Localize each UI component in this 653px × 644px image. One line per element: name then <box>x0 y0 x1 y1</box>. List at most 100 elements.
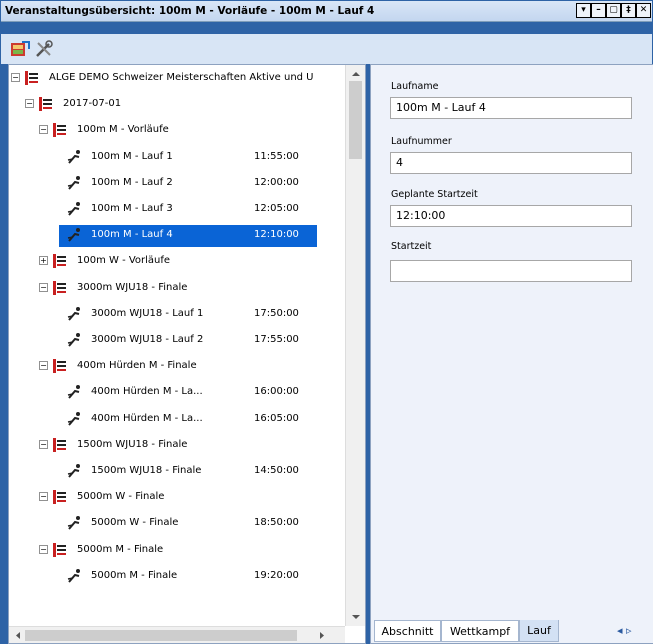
tree-group-item[interactable]: − 2017-07-01 <box>9 94 339 116</box>
tree-item-label: 400m Hürden M - La... <box>91 412 203 424</box>
tree-run-item[interactable]: 3000m WJU18 - Lauf 2 17:55:00 <box>59 330 317 352</box>
runner-icon <box>67 306 80 321</box>
tree-run-item[interactable]: 100m M - Lauf 3 12:05:00 <box>59 199 317 221</box>
tree-item-label: 5000m W - Finale <box>77 491 165 503</box>
tree-group-item[interactable]: − 3000m WJU18 - Finale <box>9 278 339 300</box>
tree-run-item[interactable]: 1500m WJU18 - Finale 14:50:00 <box>59 461 317 483</box>
tree-run-item[interactable]: 100m M - Lauf 2 12:00:00 <box>59 173 317 195</box>
tree-run-item[interactable]: 100m M - Lauf 4 12:10:00 <box>59 225 317 248</box>
event-tree[interactable]: − ALGE DEMO Schweizer Meisterschaften Akt… <box>8 64 366 644</box>
tab-lauf[interactable]: Lauf <box>519 620 559 642</box>
tree-group-item[interactable]: − 5000m M - Finale <box>9 540 339 562</box>
close-button[interactable]: ✕ <box>636 3 651 18</box>
tree-group-item[interactable]: − 400m Hürden M - Finale <box>9 356 339 378</box>
export-icon[interactable] <box>10 40 30 58</box>
tree-run-item[interactable]: 5000m W - Finale 18:50:00 <box>59 513 317 535</box>
geplante-startzeit-label: Geplante Startzeit <box>391 189 478 200</box>
tree-group-item[interactable]: − 1500m WJU18 - Finale <box>9 435 339 457</box>
hurdle-flag-icon <box>53 437 66 452</box>
collapse-icon[interactable]: − <box>39 492 48 502</box>
tree-item-label: 100m M - Lauf 4 <box>91 229 173 241</box>
vertical-scrollbar[interactable] <box>345 65 366 626</box>
collapse-icon[interactable]: − <box>39 361 48 371</box>
tree-item-time: 17:55:00 <box>254 334 299 345</box>
minimize-button[interactable]: – <box>591 3 606 18</box>
collapse-icon[interactable]: − <box>39 439 48 449</box>
hurdle-flag-icon <box>53 280 66 295</box>
tree-item-time: 18:50:00 <box>254 517 299 529</box>
hscroll-thumb[interactable] <box>25 630 297 641</box>
tree-group-item[interactable]: − 100m M - Vorläufe <box>9 120 339 142</box>
collapse-icon[interactable]: − <box>25 99 34 109</box>
tree-item-time: 16:05:00 <box>254 412 299 424</box>
tree-run-item[interactable]: 400m Hürden M - La... 16:00:00 <box>59 382 317 404</box>
tree-item-label: 100m M - Lauf 3 <box>91 203 173 214</box>
collapse-icon[interactable]: − <box>39 282 48 292</box>
runner-icon <box>67 385 80 400</box>
laufnummer-input[interactable]: 4 <box>390 152 632 174</box>
tree-item-label: 2017-07-01 <box>63 98 122 110</box>
tree-item-label: ALGE DEMO Schweizer Meisterschaften Akti… <box>49 72 314 83</box>
geplante-startzeit-input[interactable]: 12:10:00 <box>390 205 632 227</box>
runner-icon <box>67 333 80 347</box>
scroll-thumb[interactable] <box>349 81 362 159</box>
scroll-up-icon[interactable] <box>346 67 366 81</box>
tree-item-time: 12:00:00 <box>254 176 299 188</box>
tree-group-item[interactable]: − ALGE DEMO Schweizer Meisterschaften Akt… <box>9 68 339 90</box>
tree-item-label: 5000m W - Finale <box>91 517 179 529</box>
tree-item-label: 400m Hürden M - La... <box>91 386 203 398</box>
tree-group-item[interactable]: +100m W - Vorläufe <box>9 251 339 273</box>
tab-wettkampf[interactable]: Wettkampf <box>441 620 519 642</box>
tab-strip: Abschnitt Wettkampf Lauf ◂ ▹ <box>371 620 653 643</box>
runner-icon <box>67 175 80 190</box>
toolbar <box>1 34 652 64</box>
tree-item-time: 17:50:00 <box>254 307 299 319</box>
tree-run-item[interactable]: 100m M - Lauf 1 11:55:00 <box>59 147 317 169</box>
pin-button[interactable]: ‡ <box>621 3 636 18</box>
tree-item-label: 1500m WJU18 - Finale <box>91 465 202 476</box>
runner-icon <box>67 411 80 426</box>
settings-tools-icon[interactable] <box>34 40 54 58</box>
tree-item-time: 19:20:00 <box>254 569 299 581</box>
tree-item-time: 12:05:00 <box>254 203 299 214</box>
tree-run-item[interactable]: 400m Hürden M - La... 16:05:00 <box>59 409 317 431</box>
hurdle-flag-icon <box>53 254 66 269</box>
tree-item-time: 14:50:00 <box>254 465 299 476</box>
tree-item-label: 100m M - Lauf 2 <box>91 176 173 188</box>
details-panel: Laufname 100m M - Lauf 4 Laufnummer 4 Ge… <box>370 64 653 644</box>
laufname-input[interactable]: 100m M - Lauf 4 <box>390 97 632 119</box>
collapse-icon[interactable]: − <box>39 544 48 554</box>
hurdle-flag-icon <box>25 71 38 85</box>
tree-group-item[interactable]: − 5000m W - Finale <box>9 487 339 509</box>
horizontal-scrollbar[interactable] <box>9 626 345 644</box>
tree-run-item[interactable]: 3000m WJU18 - Lauf 1 17:50:00 <box>59 304 317 326</box>
laufname-label: Laufname <box>391 81 439 92</box>
dropdown-button[interactable]: ▾ <box>576 3 591 18</box>
tree-run-item[interactable]: 5000m M - Finale 19:20:00 <box>59 566 317 588</box>
laufnummer-label: Laufnummer <box>391 136 452 147</box>
collapse-icon[interactable]: − <box>39 125 48 135</box>
tree-item-label: 5000m M - Finale <box>77 543 164 555</box>
window-frame: Veranstaltungsübersicht: 100m M - Vorläu… <box>0 0 653 644</box>
tree-item-label: 3000m WJU18 - Finale <box>77 281 188 293</box>
tree-item-label: 100m M - Vorläufe <box>77 124 169 136</box>
collapse-icon[interactable]: − <box>11 73 20 82</box>
scroll-left-icon[interactable] <box>11 627 25 644</box>
runner-icon <box>67 568 80 583</box>
scroll-right-icon[interactable] <box>315 627 329 644</box>
tab-abschnitt[interactable]: Abschnitt <box>374 620 441 642</box>
startzeit-input[interactable] <box>390 260 632 282</box>
tree-item-label: 3000m WJU18 - Lauf 1 <box>91 307 204 319</box>
runner-icon <box>67 149 80 164</box>
scroll-down-icon[interactable] <box>346 610 366 624</box>
tree-item-time: 12:10:00 <box>254 229 299 241</box>
hurdle-flag-icon <box>39 97 52 112</box>
maximize-button[interactable]: ▢ <box>606 3 621 18</box>
expand-icon[interactable]: + <box>39 256 48 266</box>
tree-item-label: 1500m WJU18 - Finale <box>77 438 188 450</box>
hurdle-flag-icon <box>53 123 66 138</box>
hurdle-flag-icon <box>53 490 66 505</box>
tab-nav-arrows[interactable]: ◂ ▹ <box>617 624 632 637</box>
hurdle-flag-icon <box>53 542 66 557</box>
tree-item-label: 100m W - Vorläufe <box>77 255 171 267</box>
